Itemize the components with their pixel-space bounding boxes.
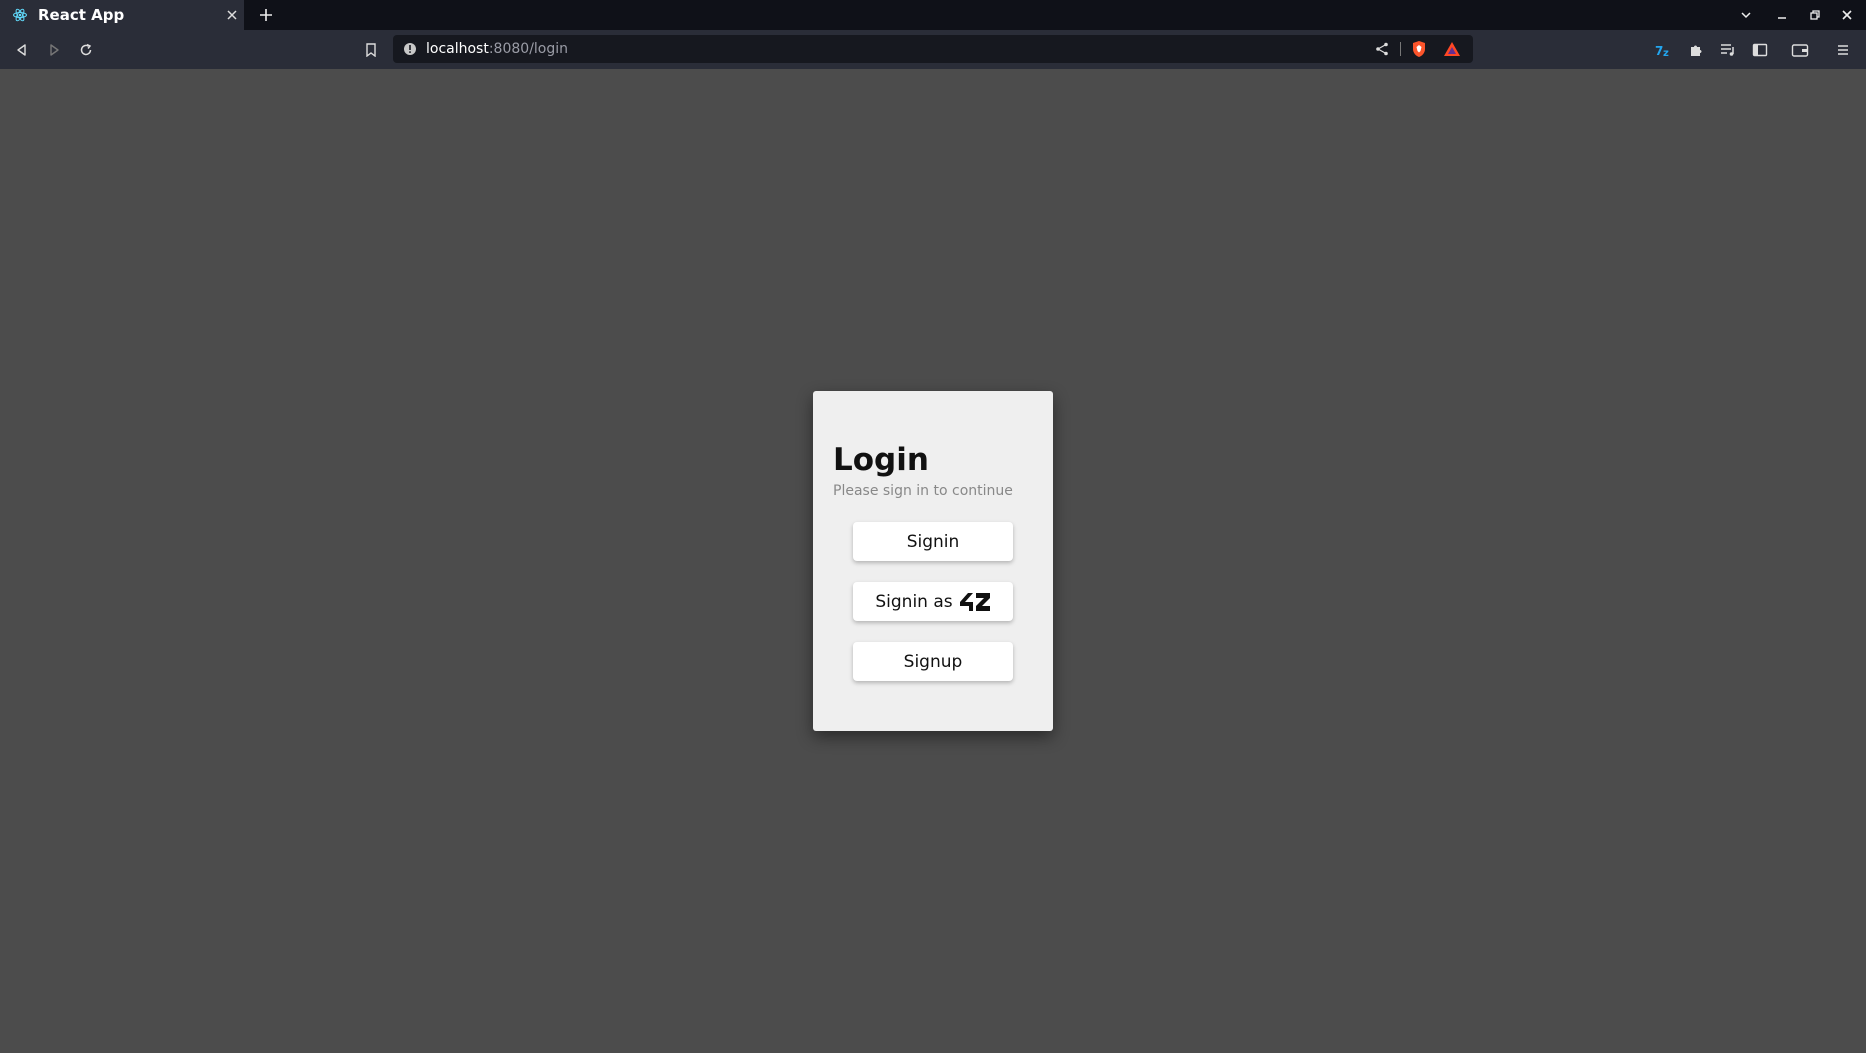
browser-tabstrip: React App	[0, 0, 1866, 30]
signin-button[interactable]: Signin	[853, 522, 1013, 561]
42-logo-icon	[959, 592, 991, 612]
brave-rewards-icon[interactable]	[1443, 40, 1461, 58]
extensions-puzzle-icon[interactable]	[1686, 40, 1706, 60]
url-separator	[1400, 42, 1401, 56]
share-icon[interactable]	[1374, 41, 1390, 57]
svg-text:z: z	[1663, 48, 1669, 58]
login-subtitle: Please sign in to continue	[833, 483, 1013, 499]
url-path: :8080/login	[488, 41, 569, 57]
signin-42-button[interactable]: Signin as	[853, 582, 1013, 621]
tab-react-app[interactable]: React App	[0, 0, 244, 30]
signup-button[interactable]: Signup	[853, 642, 1013, 681]
url-text[interactable]: localhost:8080/login	[426, 41, 568, 57]
tab-title: React App	[38, 6, 125, 24]
restore-icon[interactable]	[1806, 6, 1824, 24]
react-icon	[12, 7, 28, 23]
url-host: localhost	[426, 41, 489, 57]
wallet-icon[interactable]	[1790, 40, 1810, 60]
menu-hamburger-icon[interactable]	[1833, 40, 1853, 60]
signin-42-label: Signin as	[875, 591, 953, 612]
login-title: Login	[833, 442, 929, 478]
signup-label: Signup	[903, 651, 963, 672]
signin-label: Signin	[906, 531, 960, 552]
translate-extension-icon[interactable]: 7z	[1654, 40, 1674, 60]
tab-list-chevron-icon[interactable]	[1737, 6, 1755, 24]
bookmark-icon[interactable]	[362, 40, 380, 60]
minimize-icon[interactable]	[1773, 6, 1791, 24]
reload-icon[interactable]	[76, 40, 96, 60]
browser-toolbar: localhost:8080/login 7z	[0, 30, 1866, 69]
brave-shields-icon[interactable]	[1410, 40, 1428, 58]
close-window-icon[interactable]	[1838, 6, 1856, 24]
media-playlist-icon[interactable]	[1718, 40, 1738, 60]
login-card: Login Please sign in to continue Signin …	[813, 391, 1053, 731]
address-bar[interactable]: localhost:8080/login	[393, 35, 1473, 63]
forward-icon[interactable]	[44, 40, 64, 60]
back-icon[interactable]	[12, 40, 32, 60]
site-info-icon[interactable]	[403, 42, 417, 56]
tab-close-icon[interactable]	[224, 7, 240, 23]
sidebar-toggle-icon[interactable]	[1750, 40, 1770, 60]
new-tab-icon[interactable]	[256, 5, 276, 25]
